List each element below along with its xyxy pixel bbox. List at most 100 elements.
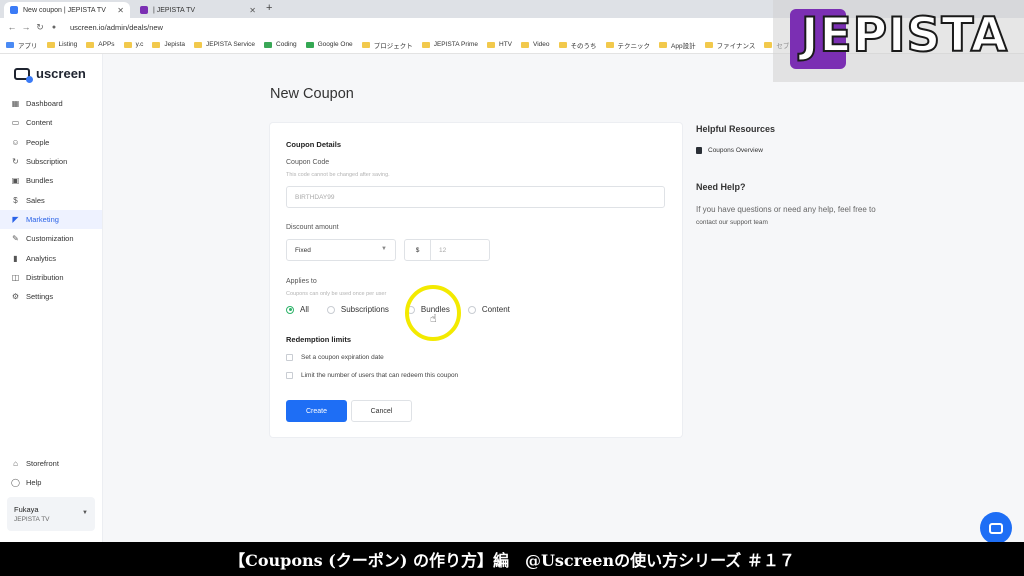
- discount-amount-label: Discount amount: [286, 224, 339, 231]
- page-title: New Coupon: [270, 86, 354, 102]
- jepista-favicon-icon: [140, 6, 148, 14]
- folder-icon: [421, 41, 430, 48]
- account-name: Fukaya: [14, 505, 39, 514]
- close-icon[interactable]: ✕: [249, 6, 256, 15]
- distribution-icon: ◫: [11, 272, 20, 282]
- refresh-icon: ↻: [12, 157, 19, 167]
- coupons-overview-link[interactable]: Coupons Overview: [696, 147, 896, 154]
- sidebar-item-subscription[interactable]: ↻ Subscription: [0, 152, 102, 171]
- bookmark-item[interactable]: Coding: [264, 41, 297, 48]
- sidebar-item-customization[interactable]: ✎ Customization: [0, 229, 102, 248]
- new-tab-button[interactable]: +: [266, 2, 272, 14]
- radio-icon: [326, 305, 335, 314]
- bookmark-item[interactable]: Listing: [46, 41, 77, 48]
- cancel-button[interactable]: Cancel: [351, 400, 412, 422]
- sidebar-item-marketing[interactable]: ◤ Marketing: [0, 209, 102, 230]
- radio-all[interactable]: All: [286, 305, 309, 314]
- people-icon: ☺: [11, 137, 20, 147]
- sidebar-item-bundles[interactable]: ▣ Bundles: [0, 171, 102, 190]
- bookmark-item[interactable]: y.c: [123, 41, 143, 48]
- uscreen-favicon-icon: [10, 6, 18, 14]
- bookmark-item[interactable]: Video: [521, 41, 550, 48]
- contact-support-link[interactable]: contact our support team: [696, 219, 768, 226]
- tab-title: New coupon | JEPISTA TV: [23, 6, 106, 14]
- back-icon[interactable]: ←: [6, 22, 18, 32]
- bookmark-item[interactable]: JEPISTA Prime: [421, 41, 478, 48]
- close-icon[interactable]: ✕: [117, 6, 124, 15]
- sidebar-item-help[interactable]: ◯ Help: [0, 473, 102, 492]
- grid-icon: ▦: [11, 99, 20, 109]
- account-switcher[interactable]: Fukaya JEPISTA TV ▼: [7, 497, 95, 531]
- need-help-title: Need Help?: [696, 182, 746, 192]
- discount-amount-input[interactable]: 12: [430, 239, 490, 261]
- uscreen-logo[interactable]: uscreen: [14, 66, 86, 83]
- watermark-text: JEPISTA: [800, 7, 1009, 64]
- radio-subscriptions[interactable]: Subscriptions: [326, 305, 389, 314]
- sidebar-item-people[interactable]: ☺ People: [0, 133, 102, 152]
- sidebar-item-storefront[interactable]: ⌂ Storefront: [0, 454, 102, 473]
- chat-icon: [989, 522, 1003, 534]
- create-button[interactable]: Create: [286, 400, 347, 422]
- video-caption: 【Coupons (クーポン) の作り方】編 @Uscreenの使い方シリーズ …: [0, 542, 1024, 576]
- radio-selected-icon: [286, 305, 294, 314]
- browser-tab-active[interactable]: New coupon | JEPISTA TV ✕: [4, 2, 130, 18]
- coupon-form-card: Coupon Details Coupon Code This code can…: [270, 123, 682, 437]
- edit-icon: ✎: [12, 234, 19, 244]
- folder-icon: [521, 41, 529, 48]
- folder-icon: ▭: [11, 118, 20, 128]
- folder-icon: [704, 41, 713, 48]
- currency-prefix: $: [404, 239, 431, 261]
- section-title: Coupon Details: [286, 140, 342, 149]
- folder-icon: [361, 41, 370, 48]
- sidebar-item-content[interactable]: ▭ Content: [0, 113, 102, 132]
- bookmark-item[interactable]: Google One: [305, 41, 353, 48]
- bookmark-item[interactable]: Jepista: [152, 41, 185, 48]
- chat-support-button[interactable]: [980, 512, 1012, 544]
- expiration-date-checkbox[interactable]: Set a coupon expiration date: [286, 354, 384, 361]
- url-input[interactable]: uscreen.io/admin/deals/new: [70, 23, 163, 32]
- folder-icon: [194, 41, 202, 48]
- sidebar-nav: ▦ Dashboard ▭ Content ☺ People ↻ Subscriptio…: [0, 94, 102, 306]
- sidebar-item-settings[interactable]: ⚙ Settings: [0, 287, 102, 306]
- forward-icon[interactable]: →: [20, 22, 32, 32]
- sidebar: uscreen ▦ Dashboard ▭ Content ☺ People ↻ Sub…: [0, 54, 103, 542]
- reload-icon[interactable]: ↻: [34, 22, 46, 33]
- folder-icon: [123, 41, 132, 48]
- folder-icon: [152, 41, 161, 48]
- radio-content[interactable]: Content: [467, 305, 510, 314]
- bookmark-item[interactable]: HTV: [487, 41, 512, 48]
- sidebar-item-distribution[interactable]: ◫ Distribution: [0, 268, 102, 287]
- chevron-down-icon: ▼: [82, 510, 88, 516]
- folder-icon: [764, 41, 773, 48]
- sidebar-item-dashboard[interactable]: ▦ Dashboard: [0, 94, 102, 113]
- bookmark-item[interactable]: プロジェクト: [361, 40, 413, 50]
- sidebar-item-sales[interactable]: $ Sales: [0, 190, 102, 209]
- tab-title: | JEPISTA TV: [153, 6, 196, 14]
- checkbox-icon: [286, 372, 293, 379]
- coupon-code-label: Coupon Code: [286, 159, 330, 166]
- folder-icon: [605, 41, 614, 48]
- help-text: If you have questions or need any help, …: [696, 205, 876, 226]
- sidebar-item-analytics[interactable]: ▮ Analytics: [0, 248, 102, 267]
- bookmark-item[interactable]: テクニック: [605, 40, 650, 50]
- coupon-code-input[interactable]: BIRTHDAY99: [286, 186, 665, 208]
- discount-type-select[interactable]: Fixed ▼: [286, 239, 396, 261]
- hand-cursor-icon: ☝: [430, 313, 437, 325]
- browser-tab-inactive[interactable]: | JEPISTA TV ✕: [134, 2, 262, 18]
- folder-icon: [86, 41, 95, 48]
- account-org: JEPISTA TV: [14, 516, 50, 523]
- helpful-resources-panel: Helpful Resources Coupons Overview Need …: [696, 124, 896, 229]
- bookmark-item[interactable]: ファイナンス: [704, 40, 755, 50]
- limit-users-checkbox[interactable]: Limit the number of users that can redee…: [286, 372, 458, 379]
- bookmark-item[interactable]: JEPISTA Service: [194, 41, 255, 48]
- checkbox-icon: [286, 354, 293, 361]
- bookmark-item[interactable]: App設計: [659, 40, 696, 50]
- folder-icon: [487, 41, 495, 48]
- bookmark-item[interactable]: アプリ: [6, 40, 38, 50]
- bookmark-item[interactable]: そのうち: [558, 40, 597, 50]
- folder-icon: [46, 41, 55, 48]
- brand-name: uscreen: [36, 66, 86, 81]
- help-icon: ◯: [11, 478, 20, 488]
- bookmark-item[interactable]: APPs: [86, 41, 115, 48]
- applies-to-hint: Coupons can only be used once per user: [286, 291, 387, 297]
